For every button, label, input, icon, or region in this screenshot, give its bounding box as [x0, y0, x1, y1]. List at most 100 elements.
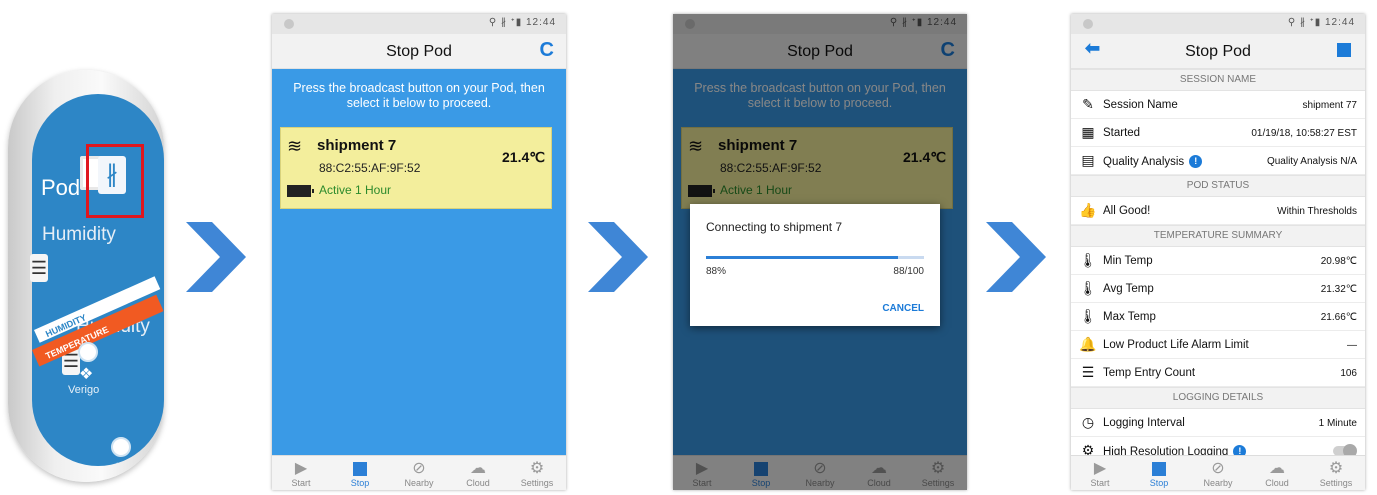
row-value: Quality Analysis N/A — [1266, 156, 1357, 167]
section-header: SESSION NAME — [1071, 69, 1365, 91]
progress-bar — [706, 256, 924, 259]
compass-icon: ⊘ — [1211, 460, 1225, 477]
calculator-icon: ▤ — [1081, 152, 1095, 168]
compass-icon: ⊘ — [412, 460, 426, 477]
gear-icon: ⚙ — [1328, 460, 1344, 477]
section-header: TEMPERATURE SUMMARY — [1071, 225, 1365, 247]
row-max-temp: 🌡 Max Temp 21.66℃ — [1071, 303, 1365, 331]
row-label: Max Temp — [1103, 311, 1156, 323]
bottom-nav: ▶ Start Stop ⊘ Nearby ☁ Cloud ⚙ Settings — [1071, 455, 1365, 490]
status-icons: ⚲ ∦ ᐩ▮ 12:44 — [488, 17, 556, 28]
row-label: Quality Analysis! — [1103, 155, 1203, 168]
instruction-text: Press the broadcast button on your Pod, … — [293, 81, 545, 110]
verigo-logo-icon-front: ❖ — [79, 366, 94, 383]
row-alarm-limit: 🔔 Low Product Life Alarm Limit — — [1071, 331, 1365, 359]
bell-icon: 🔔 — [1079, 336, 1097, 352]
row-label: Started — [1103, 127, 1141, 139]
stop-icon — [1130, 460, 1188, 478]
stop-button[interactable] — [1337, 43, 1351, 57]
row-avg-temp: 🌡 Avg Temp 21.32℃ — [1071, 275, 1365, 303]
progress-count: 88/100 — [893, 266, 924, 277]
refresh-icon[interactable]: C — [540, 39, 554, 62]
pod-name: shipment 7 — [317, 137, 397, 154]
nav-start[interactable]: ▶ Start — [1071, 460, 1129, 488]
phone-connecting-screen: ⚲ ∦ ᐩ▮ 12:44 Stop Pod C Press the broadc… — [673, 14, 967, 490]
row-value: 1 Minute — [1318, 418, 1357, 429]
gear-icon: ⚙ — [529, 460, 545, 477]
nav-nearby[interactable]: ⊘ Nearby — [390, 460, 448, 488]
notification-dot-icon — [284, 19, 294, 29]
pod-mac-address: 88:C2:55:AF:9F:52 — [319, 161, 421, 175]
progress-percent: 88% — [706, 266, 727, 277]
nav-stop[interactable]: Stop — [331, 460, 389, 488]
progress-fill — [706, 256, 898, 259]
row-value: 20.98℃ — [1320, 256, 1357, 267]
page-title: Stop Pod — [386, 43, 452, 60]
scan-area: Press the broadcast button on your Pod, … — [272, 69, 566, 455]
thermometer-full-icon: 🌡 — [1079, 308, 1097, 324]
row-high-resolution: ⚙ High Resolution Logging! — [1071, 437, 1365, 455]
gears-icon: ⚙ — [1081, 442, 1095, 455]
dialog-title: Connecting to shipment 7 — [706, 220, 843, 234]
row-value: 21.32℃ — [1320, 284, 1357, 295]
play-icon: ▶ — [294, 460, 308, 477]
high-resolution-toggle[interactable] — [1333, 444, 1357, 455]
status-bar: ⚲ ∦ ᐩ▮ 12:44 — [1071, 14, 1365, 34]
row-label: Temp Entry Count — [1103, 367, 1196, 379]
phone-summary-screen: ⚲ ∦ ᐩ▮ 12:44 ⬅ Stop Pod SESSION NAME ✎ S… — [1071, 14, 1365, 490]
row-entry-count: ☰ Temp Entry Count 106 — [1071, 359, 1365, 387]
row-session-name[interactable]: ✎ Session Name shipment 77 — [1071, 91, 1365, 119]
pod-card[interactable]: ≋ shipment 7 21.4℃ 88:C2:55:AF:9F:52 Act… — [280, 127, 552, 209]
step-arrow-icon — [986, 222, 1046, 292]
row-value: shipment 77 — [1302, 100, 1357, 111]
nav-cloud[interactable]: ☁ Cloud — [1248, 460, 1306, 488]
pencil-icon: ✎ — [1082, 96, 1094, 112]
bottom-nav: ▶ Start Stop ⊘ Nearby ☁ Cloud ⚙ Settings — [272, 455, 566, 490]
page-title: Stop Pod — [1185, 43, 1251, 60]
row-value: 01/19/18, 10:58:27 EST — [1251, 128, 1357, 139]
row-value: 21.66℃ — [1320, 312, 1357, 323]
thermometer-low-icon: 🌡 — [1079, 252, 1097, 268]
row-label: Min Temp — [1103, 255, 1153, 267]
notification-dot-icon — [1083, 19, 1093, 29]
row-value: — — [1347, 340, 1357, 351]
nav-settings[interactable]: ⚙ Settings — [508, 460, 566, 488]
device-button — [111, 437, 131, 457]
cloud-icon: ☁ — [1269, 460, 1285, 477]
row-logging-interval: ◷ Logging Interval 1 Minute — [1071, 409, 1365, 437]
app-bar: Stop Pod C — [272, 34, 566, 69]
device-menu-icon-front: ☰ — [30, 254, 48, 282]
nav-start[interactable]: ▶ Start — [272, 460, 330, 488]
app-bar: ⬅ Stop Pod — [1071, 34, 1365, 69]
row-quality-analysis: ▤ Quality Analysis! Quality Analysis N/A — [1071, 147, 1365, 175]
status-icons: ⚲ ∦ ᐩ▮ 12:44 — [1287, 17, 1355, 28]
row-label: Low Product Life Alarm Limit — [1103, 339, 1249, 351]
pod-temperature: 21.4℃ — [502, 149, 545, 165]
cancel-button[interactable]: CANCEL — [882, 303, 924, 314]
row-started: ▦ Started 01/19/18, 10:58:27 EST — [1071, 119, 1365, 147]
row-value: Within Thresholds — [1277, 206, 1357, 217]
row-label: All Good! — [1103, 205, 1151, 217]
status-bar: ⚲ ∦ ᐩ▮ 12:44 — [272, 14, 566, 34]
info-icon[interactable]: ! — [1189, 155, 1203, 168]
step-arrow-icon — [186, 222, 246, 292]
row-pod-status: 👍 All Good! Within Thresholds — [1071, 197, 1365, 225]
nav-cloud[interactable]: ☁ Cloud — [449, 460, 507, 488]
row-min-temp: 🌡 Min Temp 20.98℃ — [1071, 247, 1365, 275]
nav-settings[interactable]: ⚙ Settings — [1307, 460, 1365, 488]
stop-icon — [331, 460, 389, 478]
row-value: 106 — [1340, 368, 1357, 379]
row-label: High Resolution Logging! — [1103, 445, 1247, 455]
nav-nearby[interactable]: ⊘ Nearby — [1189, 460, 1247, 488]
numbered-list-icon: ☰ — [1081, 364, 1095, 380]
info-icon[interactable]: ! — [1233, 445, 1247, 455]
play-icon: ▶ — [1093, 460, 1107, 477]
device-button-front — [78, 342, 98, 362]
nav-stop[interactable]: Stop — [1130, 460, 1188, 488]
section-header: POD STATUS — [1071, 175, 1365, 197]
step-arrow-icon — [588, 222, 648, 292]
summary-list[interactable]: SESSION NAME ✎ Session Name shipment 77 … — [1071, 69, 1365, 455]
row-label: Logging Interval — [1103, 417, 1185, 429]
device-sensor-label-text: Humidity — [42, 224, 116, 245]
pod-status: Active 1 Hour — [319, 183, 392, 197]
